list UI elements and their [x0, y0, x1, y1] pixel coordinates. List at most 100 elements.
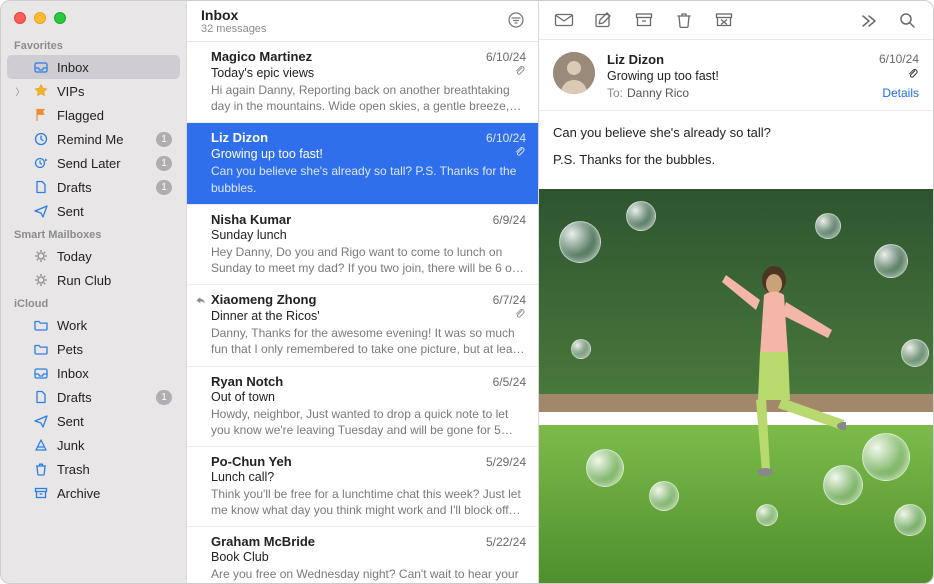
sidebar-section-title: Favorites	[1, 34, 186, 55]
sidebar-item-pets[interactable]: Pets	[7, 337, 180, 361]
message-date: 6/10/24	[486, 50, 526, 64]
delete-button[interactable]	[671, 9, 697, 31]
sidebar-section-title: Smart Mailboxes	[1, 223, 186, 244]
message-list-item[interactable]: Graham McBride5/22/24Book ClubAre you fr…	[187, 527, 538, 583]
sidebar-item-label: Drafts	[57, 180, 148, 195]
sidebar-item-run-club[interactable]: Run Club	[7, 268, 180, 292]
close-window-button[interactable]	[14, 12, 26, 24]
sidebar-item-work[interactable]: Work	[7, 313, 180, 337]
message-list-item[interactable]: Xiaomeng Zhong6/7/24Dinner at the Ricos'…	[187, 285, 538, 366]
message-preview: Are you free on Wednesday night? Can't w…	[211, 566, 526, 583]
junk-button[interactable]	[711, 9, 737, 31]
badge: 1	[156, 180, 172, 195]
sidebar-item-label: Trash	[57, 462, 172, 477]
message-date: 6/9/24	[493, 213, 526, 227]
sidebar-item-inbox[interactable]: Inbox	[7, 361, 180, 385]
details-link[interactable]: Details	[882, 86, 919, 100]
message-subject: Lunch call?	[211, 470, 526, 484]
doc-icon	[33, 389, 49, 405]
message-subject: Sunday lunch	[211, 228, 526, 242]
message-from: Xiaomeng Zhong	[211, 292, 493, 307]
sidebar-item-label: Work	[57, 318, 172, 333]
message-list-item[interactable]: Magico Martinez6/10/24Today's epic views…	[187, 42, 538, 123]
sidebar-item-label: Send Later	[57, 156, 148, 171]
sidebar-item-label: Flagged	[57, 108, 172, 123]
sidebar-item-junk[interactable]: Junk	[7, 433, 180, 457]
doc-icon	[33, 179, 49, 195]
zoom-window-button[interactable]	[54, 12, 66, 24]
attachment-icon	[514, 65, 526, 80]
filter-icon[interactable]	[506, 10, 526, 33]
get-mail-button[interactable]	[551, 9, 577, 31]
sidebar-item-label: Pets	[57, 342, 172, 357]
message-from: Ryan Notch	[211, 374, 493, 389]
message-preview: Howdy, neighbor, Just wanted to drop a q…	[211, 406, 526, 438]
star-icon	[33, 83, 49, 99]
message-from: Po-Chun Yeh	[211, 454, 486, 469]
window-controls	[1, 1, 186, 34]
sent-icon	[33, 203, 49, 219]
message-list-item[interactable]: Liz Dizon6/10/24Growing up too fast!Can …	[187, 123, 538, 204]
trash-icon	[33, 461, 49, 477]
message-subject: Out of town	[211, 390, 526, 404]
sent-icon	[33, 413, 49, 429]
message-subject: Growing up too fast!	[211, 147, 514, 161]
sidebar-item-sent[interactable]: Sent	[7, 409, 180, 433]
app-window: FavoritesInbox〉VIPsFlaggedRemind Me1Send…	[0, 0, 934, 584]
reading-pane: Liz Dizon 6/10/24 Growing up too fast! T…	[539, 1, 933, 583]
sidebar-item-today[interactable]: Today	[7, 244, 180, 268]
sidebar-sections: FavoritesInbox〉VIPsFlaggedRemind Me1Send…	[1, 34, 186, 505]
sidebar-item-vips[interactable]: 〉VIPs	[7, 79, 180, 103]
sidebar-item-drafts[interactable]: Drafts 1	[7, 385, 180, 409]
message-from: Magico Martinez	[211, 49, 486, 64]
to-recipient[interactable]: Danny Rico	[627, 86, 689, 100]
sidebar-item-label: Remind Me	[57, 132, 148, 147]
message-date: 6/5/24	[493, 375, 526, 389]
message-list-item[interactable]: Po-Chun Yeh5/29/24Lunch call?Think you'l…	[187, 447, 538, 527]
sidebar-item-label: Sent	[57, 414, 172, 429]
sidebar-item-flagged[interactable]: Flagged	[7, 103, 180, 127]
archive-icon	[33, 485, 49, 501]
more-button[interactable]	[855, 9, 881, 31]
sidebar-item-drafts[interactable]: Drafts 1	[7, 175, 180, 199]
sidebar-item-label: Junk	[57, 438, 172, 453]
sidebar-item-sent[interactable]: Sent	[7, 199, 180, 223]
sidebar-item-label: Archive	[57, 486, 172, 501]
badge: 1	[156, 132, 172, 147]
badge: 1	[156, 156, 172, 171]
body-line: Can you believe she's already so tall?	[553, 125, 919, 140]
message-from: Liz Dizon	[211, 130, 486, 145]
sidebar-item-archive[interactable]: Archive	[7, 481, 180, 505]
mailbox-title: Inbox	[201, 7, 506, 23]
sender-avatar[interactable]	[553, 52, 595, 94]
sidebar-item-send-later[interactable]: Send Later 1	[7, 151, 180, 175]
inbox-icon	[33, 59, 49, 75]
message-list-item[interactable]: Ryan Notch6/5/24Out of town Howdy, neighb…	[187, 367, 538, 447]
junk-icon	[33, 437, 49, 453]
archive-button[interactable]	[631, 9, 657, 31]
attachment-image[interactable]	[539, 189, 933, 583]
message-from: Nisha Kumar	[211, 212, 493, 227]
minimize-window-button[interactable]	[34, 12, 46, 24]
sidebar-item-label: VIPs	[57, 84, 172, 99]
message-list-item[interactable]: Nisha Kumar6/9/24Sunday lunchHey Danny, …	[187, 205, 538, 285]
compose-button[interactable]	[591, 9, 617, 31]
message-preview: Danny, Thanks for the awesome evening! I…	[211, 325, 526, 357]
message-subject: Growing up too fast!	[607, 69, 907, 83]
message-list-pane: Inbox 32 messages Magico Martinez6/10/24…	[186, 1, 539, 583]
sidebar-item-label: Drafts	[57, 390, 148, 405]
gear-icon	[33, 248, 49, 264]
message-preview: Hi again Danny, Reporting back on anothe…	[211, 82, 526, 114]
message-body: Can you believe she's already so tall? P…	[539, 111, 933, 189]
sidebar-item-remind-me[interactable]: Remind Me 1	[7, 127, 180, 151]
message-date: 6/10/24	[486, 131, 526, 145]
replied-icon	[195, 295, 207, 310]
search-button[interactable]	[895, 9, 921, 31]
sidebar-item-inbox[interactable]: Inbox	[7, 55, 180, 79]
message-date: 5/29/24	[486, 455, 526, 469]
inbox-icon	[33, 365, 49, 381]
sidebar-item-trash[interactable]: Trash	[7, 457, 180, 481]
attachment-icon	[514, 308, 526, 323]
sidebar: FavoritesInbox〉VIPsFlaggedRemind Me1Send…	[1, 1, 186, 583]
badge: 1	[156, 390, 172, 405]
